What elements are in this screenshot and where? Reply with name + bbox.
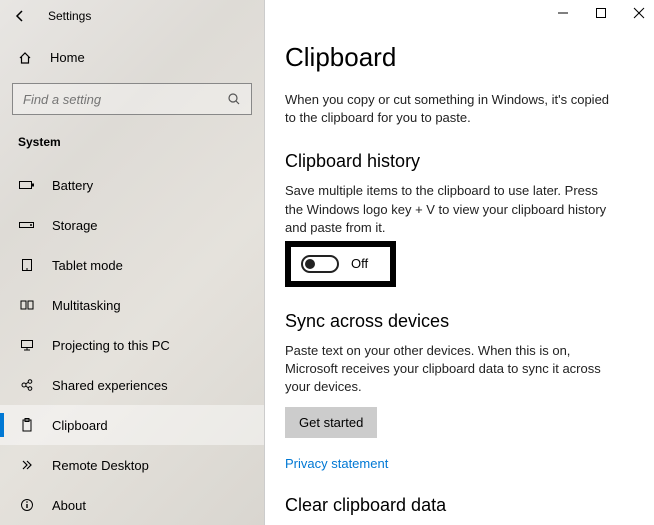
share-icon	[18, 378, 36, 392]
search-input[interactable]	[23, 92, 203, 107]
nav-item-label: Storage	[52, 218, 98, 233]
app-title: Settings	[48, 9, 91, 23]
toggle-state-label: Off	[351, 256, 368, 271]
storage-icon	[18, 220, 36, 230]
clipboard-history-heading: Clipboard history	[285, 151, 634, 172]
nav-item-storage[interactable]: Storage	[0, 205, 264, 245]
nav-item-shared-experiences[interactable]: Shared experiences	[0, 365, 264, 405]
clipboard-icon	[18, 418, 36, 432]
minimize-button[interactable]	[556, 6, 570, 20]
nav-item-label: Shared experiences	[52, 378, 168, 393]
nav-list: Battery Storage Tablet mode Multitasking…	[0, 165, 264, 525]
info-icon	[18, 498, 36, 512]
privacy-link[interactable]: Privacy statement	[285, 456, 388, 471]
nav-item-label: About	[52, 498, 86, 513]
toggle-switch[interactable]	[301, 255, 339, 273]
sync-desc: Paste text on your other devices. When t…	[285, 342, 615, 397]
nav-item-label: Multitasking	[52, 298, 121, 313]
nav-item-label: Battery	[52, 178, 93, 193]
clear-heading: Clear clipboard data	[285, 495, 634, 516]
window-controls	[556, 6, 646, 20]
clipboard-history-desc: Save multiple items to the clipboard to …	[285, 182, 615, 237]
nav-item-label: Clipboard	[52, 418, 108, 433]
nav-item-label: Projecting to this PC	[52, 338, 170, 353]
nav-item-projecting[interactable]: Projecting to this PC	[0, 325, 264, 365]
nav-item-tablet-mode[interactable]: Tablet mode	[0, 245, 264, 285]
close-button[interactable]	[632, 6, 646, 20]
nav-item-clipboard[interactable]: Clipboard	[0, 405, 264, 445]
settings-sidebar: Settings Home System Battery Storage Tab…	[0, 0, 265, 525]
nav-home[interactable]: Home	[0, 40, 264, 75]
back-button[interactable]	[10, 6, 30, 26]
highlight-annotation: Off	[285, 241, 396, 287]
page-title: Clipboard	[285, 42, 634, 73]
page-intro: When you copy or cut something in Window…	[285, 91, 615, 127]
maximize-button[interactable]	[594, 6, 608, 20]
battery-icon	[18, 180, 36, 190]
multitasking-icon	[18, 298, 36, 312]
sync-heading: Sync across devices	[285, 311, 634, 332]
nav-item-multitasking[interactable]: Multitasking	[0, 285, 264, 325]
remote-desktop-icon	[18, 458, 36, 472]
nav-item-battery[interactable]: Battery	[0, 165, 264, 205]
get-started-button[interactable]: Get started	[285, 407, 377, 438]
nav-item-remote-desktop[interactable]: Remote Desktop	[0, 445, 264, 485]
titlebar: Settings	[0, 0, 264, 32]
search-box[interactable]	[12, 83, 252, 115]
content-pane: Clipboard When you copy or cut something…	[265, 0, 654, 525]
projecting-icon	[18, 338, 36, 352]
nav-item-label: Remote Desktop	[52, 458, 149, 473]
search-icon	[227, 92, 241, 106]
home-icon	[18, 51, 34, 65]
clipboard-history-toggle[interactable]: Off	[301, 255, 368, 273]
section-label: System	[0, 123, 264, 155]
nav-home-label: Home	[50, 50, 85, 65]
nav-item-label: Tablet mode	[52, 258, 123, 273]
nav-item-about[interactable]: About	[0, 485, 264, 525]
tablet-icon	[18, 258, 36, 272]
